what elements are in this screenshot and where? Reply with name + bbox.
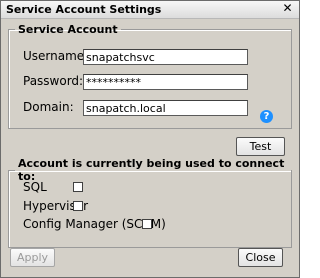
sql-label: SQL	[23, 180, 47, 194]
password-label: Password:	[23, 74, 84, 88]
domain-field[interactable]	[83, 100, 248, 116]
dialog-body: Service Account Username: Password: Doma…	[1, 19, 299, 277]
sccm-checkbox[interactable]	[142, 219, 152, 229]
title-bar: Service Account Settings ✕	[1, 1, 299, 19]
close-button[interactable]: Close	[238, 248, 283, 267]
help-icon[interactable]: ?	[260, 110, 273, 123]
domain-label: Domain:	[23, 100, 74, 114]
window-title: Service Account Settings	[6, 3, 162, 16]
apply-button[interactable]: Apply	[10, 248, 55, 267]
username-field[interactable]	[83, 49, 248, 65]
test-button[interactable]: Test	[236, 137, 285, 156]
account-usage-legend: Account is currently being used to conne…	[18, 157, 285, 183]
service-account-legend: Service Account	[18, 23, 118, 36]
hypervisor-checkbox[interactable]	[73, 201, 83, 211]
service-account-settings-window: Service Account Settings ✕ Service Accou…	[0, 0, 300, 278]
close-icon[interactable]: ✕	[280, 2, 295, 16]
password-field[interactable]	[83, 74, 248, 90]
sql-checkbox[interactable]	[73, 182, 83, 192]
username-label: Username:	[23, 49, 89, 63]
